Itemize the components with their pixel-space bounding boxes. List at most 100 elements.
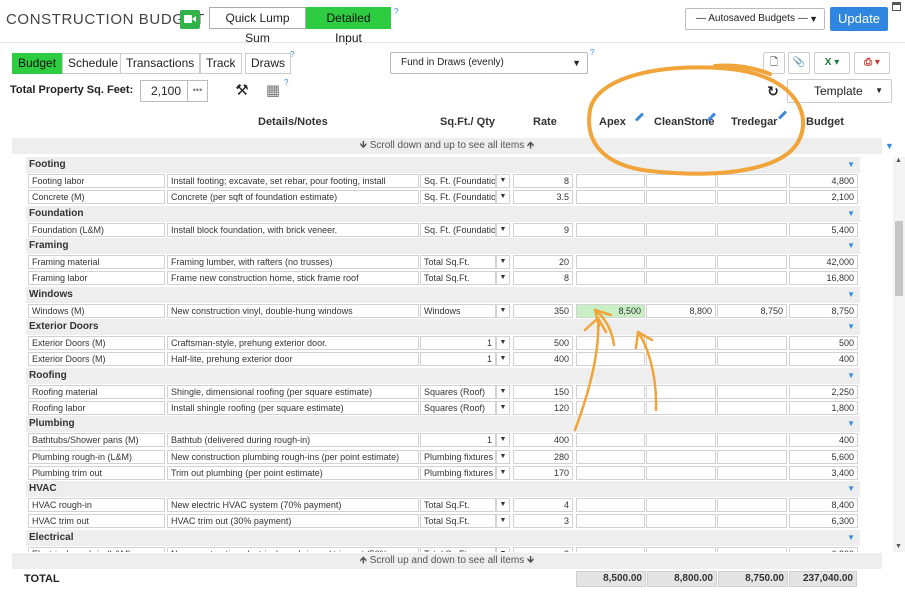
line-item-notes[interactable]: New construction electrical rough-in and… <box>167 546 419 552</box>
autosaved-budgets-select[interactable]: — Autosaved Budgets — ▼ <box>685 8 825 30</box>
rate-input[interactable]: 4 <box>513 498 573 513</box>
collapse-caret-icon[interactable]: ▼ <box>847 287 855 303</box>
unit-select[interactable]: Plumbing fixtures <box>420 465 496 480</box>
tredegar-bid-input[interactable] <box>717 271 787 286</box>
unit-dropdown-icon[interactable]: ▼ <box>496 384 510 399</box>
apex-bid-input[interactable] <box>576 190 645 205</box>
unit-dropdown-icon[interactable]: ▼ <box>496 546 510 552</box>
rate-input[interactable]: 8 <box>513 174 573 189</box>
line-item-notes[interactable]: Craftsman-style, prehung exterior door. <box>167 336 419 351</box>
tredegar-bid-input[interactable] <box>717 336 787 351</box>
category-header[interactable]: Framing ▼ <box>26 238 860 254</box>
category-header[interactable]: HVAC ▼ <box>26 481 860 497</box>
apex-bid-input[interactable] <box>576 546 645 552</box>
line-item-notes[interactable]: Framing lumber, with rafters (no trusses… <box>167 255 419 270</box>
category-header[interactable]: Roofing ▼ <box>26 367 860 384</box>
tredegar-bid-input[interactable] <box>717 222 787 237</box>
rate-input[interactable]: 150 <box>513 384 573 399</box>
cleanstone-bid-input[interactable] <box>646 271 716 286</box>
apex-bid-input[interactable] <box>576 336 645 351</box>
line-item-notes[interactable]: Install footing; excavate, set rebar, po… <box>167 174 419 189</box>
unit-select[interactable]: 1 <box>420 336 496 351</box>
collapse-caret-icon[interactable]: ▼ <box>847 368 855 384</box>
rate-input[interactable]: 9 <box>513 222 573 237</box>
apex-bid-input[interactable] <box>576 401 645 415</box>
line-item-notes[interactable]: New construction vinyl, double-hung wind… <box>167 303 419 318</box>
collapse-caret-icon[interactable]: ▼ <box>847 206 855 222</box>
tredegar-bid-input[interactable] <box>717 401 787 415</box>
tredegar-bid-input[interactable] <box>717 255 787 270</box>
line-item-notes[interactable]: Half-lite, prehung exterior door <box>167 352 419 367</box>
tredegar-bid-input[interactable] <box>717 514 787 529</box>
line-item-notes[interactable]: New construction plumbing rough-ins (per… <box>167 449 419 464</box>
tredegar-bid-input[interactable] <box>717 190 787 205</box>
rate-input[interactable]: 3 <box>513 546 573 552</box>
pdf-export-icon[interactable]: ⎙ ▾ <box>854 52 890 74</box>
help-icon[interactable]: ? <box>290 50 294 59</box>
line-item-name[interactable]: Windows (M) <box>28 303 165 318</box>
rate-input[interactable]: 500 <box>513 336 573 351</box>
edit-pencil-icon[interactable] <box>634 112 645 122</box>
unit-dropdown-icon[interactable]: ▼ <box>496 222 510 237</box>
category-header[interactable]: Windows ▼ <box>26 286 860 303</box>
rate-input[interactable]: 20 <box>513 255 573 270</box>
rate-input[interactable]: 120 <box>513 401 573 415</box>
rate-input[interactable]: 400 <box>513 352 573 367</box>
tredegar-bid-input[interactable] <box>717 174 787 189</box>
tab-track[interactable]: Track <box>200 53 242 74</box>
unit-select[interactable]: Total Sq.Ft. <box>420 255 496 270</box>
cleanstone-bid-input[interactable] <box>646 222 716 237</box>
cleanstone-bid-input[interactable] <box>646 449 716 464</box>
collapse-caret-icon[interactable]: ▼ <box>847 238 855 254</box>
line-item-notes[interactable]: Frame new construction home, stick frame… <box>167 271 419 286</box>
unit-select[interactable]: 1 <box>420 352 496 367</box>
apex-bid-input[interactable] <box>576 255 645 270</box>
column-header-vendor-cleanstone[interactable]: CleanStone <box>654 116 715 128</box>
column-header-vendor-apex[interactable]: Apex <box>599 116 626 128</box>
excel-export-icon[interactable]: X ▾ <box>814 52 850 74</box>
tab-budget[interactable]: Budget <box>12 53 63 74</box>
rate-input[interactable]: 3 <box>513 514 573 529</box>
tredegar-bid-input[interactable] <box>717 352 787 367</box>
unit-dropdown-icon[interactable]: ▼ <box>496 352 510 367</box>
line-item-name[interactable]: Roofing labor <box>28 401 165 415</box>
category-header[interactable]: Exterior Doors ▼ <box>26 319 860 335</box>
line-item-name[interactable]: Plumbing trim out <box>28 465 165 480</box>
unit-select[interactable]: Plumbing fixtures <box>420 449 496 464</box>
rate-input[interactable]: 280 <box>513 449 573 464</box>
unit-dropdown-icon[interactable]: ▼ <box>496 303 510 318</box>
cleanstone-bid-input[interactable]: 8,800 <box>646 303 716 318</box>
line-item-name[interactable]: Concrete (M) <box>28 190 165 205</box>
line-item-name[interactable]: Roofing material <box>28 384 165 399</box>
unit-dropdown-icon[interactable]: ▼ <box>496 433 510 448</box>
apex-bid-input[interactable]: 8,500 <box>576 303 645 318</box>
rate-input[interactable]: 400 <box>513 433 573 448</box>
line-item-name[interactable]: HVAC trim out <box>28 514 165 529</box>
collapse-all-caret-icon[interactable]: ▼ <box>885 141 894 151</box>
line-item-name[interactable]: Exterior Doors (M) <box>28 336 165 351</box>
collapse-caret-icon[interactable]: ▼ <box>847 481 855 497</box>
calculator-icon[interactable]: ▦ <box>263 80 283 102</box>
rate-input[interactable]: 170 <box>513 465 573 480</box>
unit-select[interactable]: Sq. Ft. (Foundatio <box>420 222 496 237</box>
tab-schedule[interactable]: Schedule <box>62 53 125 74</box>
collapse-caret-icon[interactable]: ▼ <box>847 157 855 173</box>
apex-bid-input[interactable] <box>576 174 645 189</box>
line-item-notes[interactable]: Bathtub (delivered during rough-in) <box>167 433 419 448</box>
video-camera-icon[interactable] <box>180 10 200 29</box>
quick-lump-sum-button[interactable]: Quick Lump Sum <box>209 7 306 45</box>
tredegar-bid-input[interactable] <box>717 433 787 448</box>
tredegar-bid-input[interactable]: 8,750 <box>717 303 787 318</box>
help-icon[interactable]: ? <box>590 48 594 57</box>
line-item-name[interactable]: Foundation (L&M) <box>28 222 165 237</box>
category-header[interactable]: Electrical ▼ <box>26 529 860 546</box>
paperclip-icon[interactable]: 📎 <box>788 52 810 74</box>
apex-bid-input[interactable] <box>576 222 645 237</box>
unit-select[interactable]: 1 <box>420 433 496 448</box>
unit-select[interactable]: Squares (Roof) <box>420 384 496 399</box>
apex-bid-input[interactable] <box>576 449 645 464</box>
unit-select[interactable]: Total Sq.Ft. <box>420 271 496 286</box>
tredegar-bid-input[interactable] <box>717 498 787 513</box>
rate-input[interactable]: 3.5 <box>513 190 573 205</box>
unit-select[interactable]: Windows <box>420 303 496 318</box>
